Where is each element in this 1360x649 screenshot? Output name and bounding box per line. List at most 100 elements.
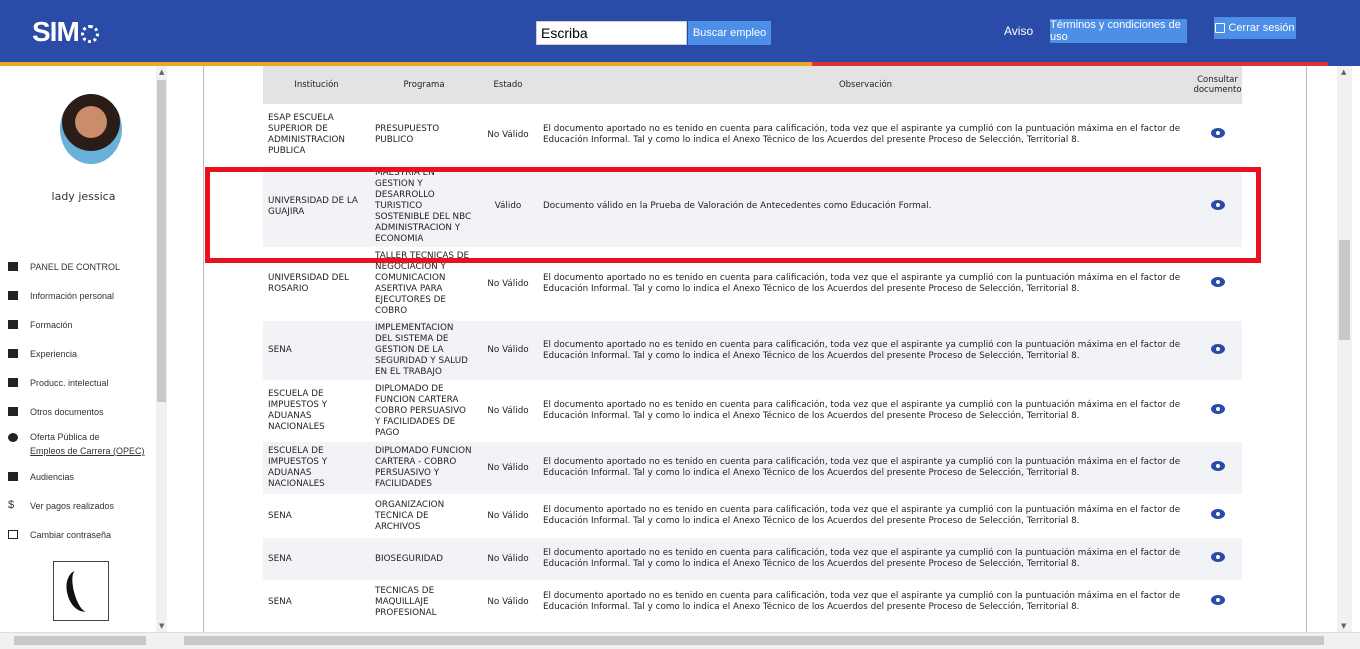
sidebar-item-produccion[interactable]: Producc. intelectual <box>0 368 156 397</box>
cell-estado: No Válido <box>487 510 529 521</box>
book-icon <box>8 378 18 387</box>
cell-programa: TALLER TECNICAS DE NEGOCIACION Y COMUNIC… <box>375 251 470 316</box>
simo-logo[interactable]: SIM <box>32 16 99 48</box>
sidebar-hscroll-thumb[interactable] <box>14 636 146 645</box>
eye-icon[interactable] <box>1210 595 1225 605</box>
cell-institucion: ESAP ESCUELA SUPERIOR DE ADMINISTRACION … <box>268 113 345 156</box>
main-scroll-thumb[interactable] <box>1339 240 1350 340</box>
table-row: SENA TECNICAS DE MAQUILLAJE PROFESIONAL … <box>263 580 1242 624</box>
sidebar-item-password[interactable]: Cambiar contraseña <box>0 520 156 549</box>
sidebar-menu: PANEL DE CONTROL Información personal Fo… <box>0 252 156 549</box>
sidebar-item-label: Cambiar contraseña <box>30 529 112 540</box>
cell-consultar <box>1193 166 1242 247</box>
terms-button[interactable]: Términos y condiciones de uso <box>1050 19 1187 43</box>
eye-icon[interactable] <box>1210 404 1225 414</box>
cell-programa: TECNICAS DE MAQUILLAJE PROFESIONAL <box>375 585 437 618</box>
cell-consultar <box>1193 442 1242 494</box>
globe-icon <box>8 433 18 442</box>
graduation-icon <box>8 320 18 329</box>
table-row: ESAP ESCUELA SUPERIOR DE ADMINISTRACION … <box>263 104 1242 166</box>
cell-programa: MAESTRIA EN GESTION Y DESARROLLO TURISTI… <box>370 166 478 247</box>
table-row: ESCUELA DE IMPUESTOS Y ADUANAS NACIONALE… <box>263 442 1242 494</box>
cell-estado: No Válido <box>487 405 529 416</box>
main-scroll-up-icon[interactable]: ▲ <box>1341 68 1346 76</box>
sidebar-item-label: Formación <box>30 319 73 330</box>
cell-estado: No Válido <box>478 538 538 580</box>
briefcase-icon <box>8 349 18 358</box>
cell-estado: No Válido <box>487 129 529 140</box>
cell-observacion: El documento aportado no es tenido en cu… <box>543 591 1181 612</box>
table-row: ESCUELA DE IMPUESTOS Y ADUANAS NACIONALE… <box>263 380 1242 442</box>
sidebar-item-label: Producc. intelectual <box>30 377 109 388</box>
cell-consultar <box>1193 538 1242 580</box>
logout-button[interactable]: Cerrar sesión <box>1214 17 1296 39</box>
logout-label: Cerrar sesión <box>1228 22 1295 34</box>
cell-institucion: SENA <box>263 321 370 380</box>
cell-estado: No Válido <box>487 278 529 289</box>
sidebar-item-label: PANEL DE CONTROL <box>30 261 121 272</box>
documents-table: Institución Programa Estado Observación … <box>263 66 1242 624</box>
eye-icon[interactable] <box>1210 128 1225 138</box>
sidebar-item-panel[interactable]: PANEL DE CONTROL <box>0 252 156 281</box>
search-job-button[interactable]: Buscar empleo <box>688 21 771 45</box>
table-header-row: Institución Programa Estado Observación … <box>263 66 1242 104</box>
cell-observacion: Documento válido en la Prueba de Valorac… <box>538 166 1193 247</box>
logout-icon <box>1215 23 1226 33</box>
cell-estado: No Válido <box>478 321 538 380</box>
main-scroll-down-icon[interactable]: ▼ <box>1341 622 1346 630</box>
cell-programa: PRESUPUESTO PUBLICO <box>375 124 440 145</box>
table-row: SENA ORGANIZACION TECNICA DE ARCHIVOS No… <box>263 494 1242 538</box>
cell-institucion: UNIVERSIDAD DE LA GUAJIRA <box>263 166 370 247</box>
sidebar-item-otros[interactable]: Otros documentos <box>0 397 156 426</box>
main-scrollbar[interactable] <box>1337 66 1352 632</box>
sidebar-item-label: Audiencias <box>30 471 75 482</box>
sidebar-item-personal[interactable]: Información personal <box>0 281 156 310</box>
table-row: UNIVERSIDAD DEL ROSARIO TALLER TECNICAS … <box>263 247 1242 321</box>
sidebar-item-experiencia[interactable]: Experiencia <box>0 339 156 368</box>
document-icon <box>8 407 18 416</box>
sidebar-item-audiencias[interactable]: Audiencias <box>0 462 156 491</box>
sidebar-item-pagos[interactable]: $ Ver pagos realizados <box>0 491 156 520</box>
sidebar-item-opec[interactable]: Oferta Pública de Empleos de Carrera (OPE… <box>0 426 156 462</box>
cell-consultar <box>1193 580 1242 624</box>
table-row: SENA BIOSEGURIDAD No Válido El documento… <box>263 538 1242 580</box>
top-header: SIM Buscar empleo Aviso Términos y condi… <box>0 0 1360 62</box>
eye-icon[interactable] <box>1210 552 1225 562</box>
cell-estado: No Válido <box>487 596 529 607</box>
cell-consultar <box>1193 247 1242 321</box>
avatar <box>60 94 122 164</box>
sidebar-item-formacion[interactable]: Formación <box>0 310 156 339</box>
cell-observacion: El documento aportado no es tenido en cu… <box>538 321 1193 380</box>
cell-institucion: SENA <box>268 596 292 607</box>
eye-icon[interactable] <box>1210 199 1225 210</box>
cell-programa: BIOSEGURIDAD <box>370 538 478 580</box>
sidebar-scroll-down-icon[interactable]: ▼ <box>159 622 164 630</box>
cell-observacion: El documento aportado no es tenido en cu… <box>543 400 1181 421</box>
cell-programa: DIPLOMADO FUNCION CARTERA - COBRO PERSUA… <box>370 442 478 494</box>
eye-icon[interactable] <box>1210 277 1225 287</box>
sidebar-scroll-up-icon[interactable]: ▲ <box>159 68 164 76</box>
cell-consultar <box>1193 494 1242 538</box>
cell-observacion: El documento aportado no es tenido en cu… <box>543 273 1181 294</box>
col-estado: Estado <box>478 66 538 104</box>
sidebar-item-label: Información personal <box>30 290 115 301</box>
search-input[interactable] <box>536 21 687 45</box>
lock-icon <box>8 530 18 539</box>
cell-institucion: SENA <box>263 538 370 580</box>
cell-observacion: El documento aportado no es tenido en cu… <box>538 538 1193 580</box>
col-institucion: Institución <box>263 66 370 104</box>
eye-icon[interactable] <box>1210 509 1225 519</box>
eye-icon[interactable] <box>1210 343 1225 354</box>
cell-consultar <box>1193 104 1242 166</box>
table-row: UNIVERSIDAD DE LA GUAJIRA MAESTRIA EN GE… <box>263 166 1242 247</box>
aviso-link[interactable]: Aviso <box>1004 24 1033 38</box>
main-hscroll-thumb[interactable] <box>184 636 1324 645</box>
sidebar-item-label: Experiencia <box>30 348 78 359</box>
sidebar-item-label: Ver pagos realizados <box>30 500 115 511</box>
sidebar-scroll-thumb[interactable] <box>157 80 166 402</box>
grid-icon <box>8 262 18 271</box>
cell-institucion: SENA <box>268 510 292 521</box>
cell-institucion: ESCUELA DE IMPUESTOS Y ADUANAS NACIONALE… <box>268 389 328 432</box>
cell-observacion: El documento aportado no es tenido en cu… <box>543 124 1181 145</box>
eye-icon[interactable] <box>1210 461 1225 471</box>
